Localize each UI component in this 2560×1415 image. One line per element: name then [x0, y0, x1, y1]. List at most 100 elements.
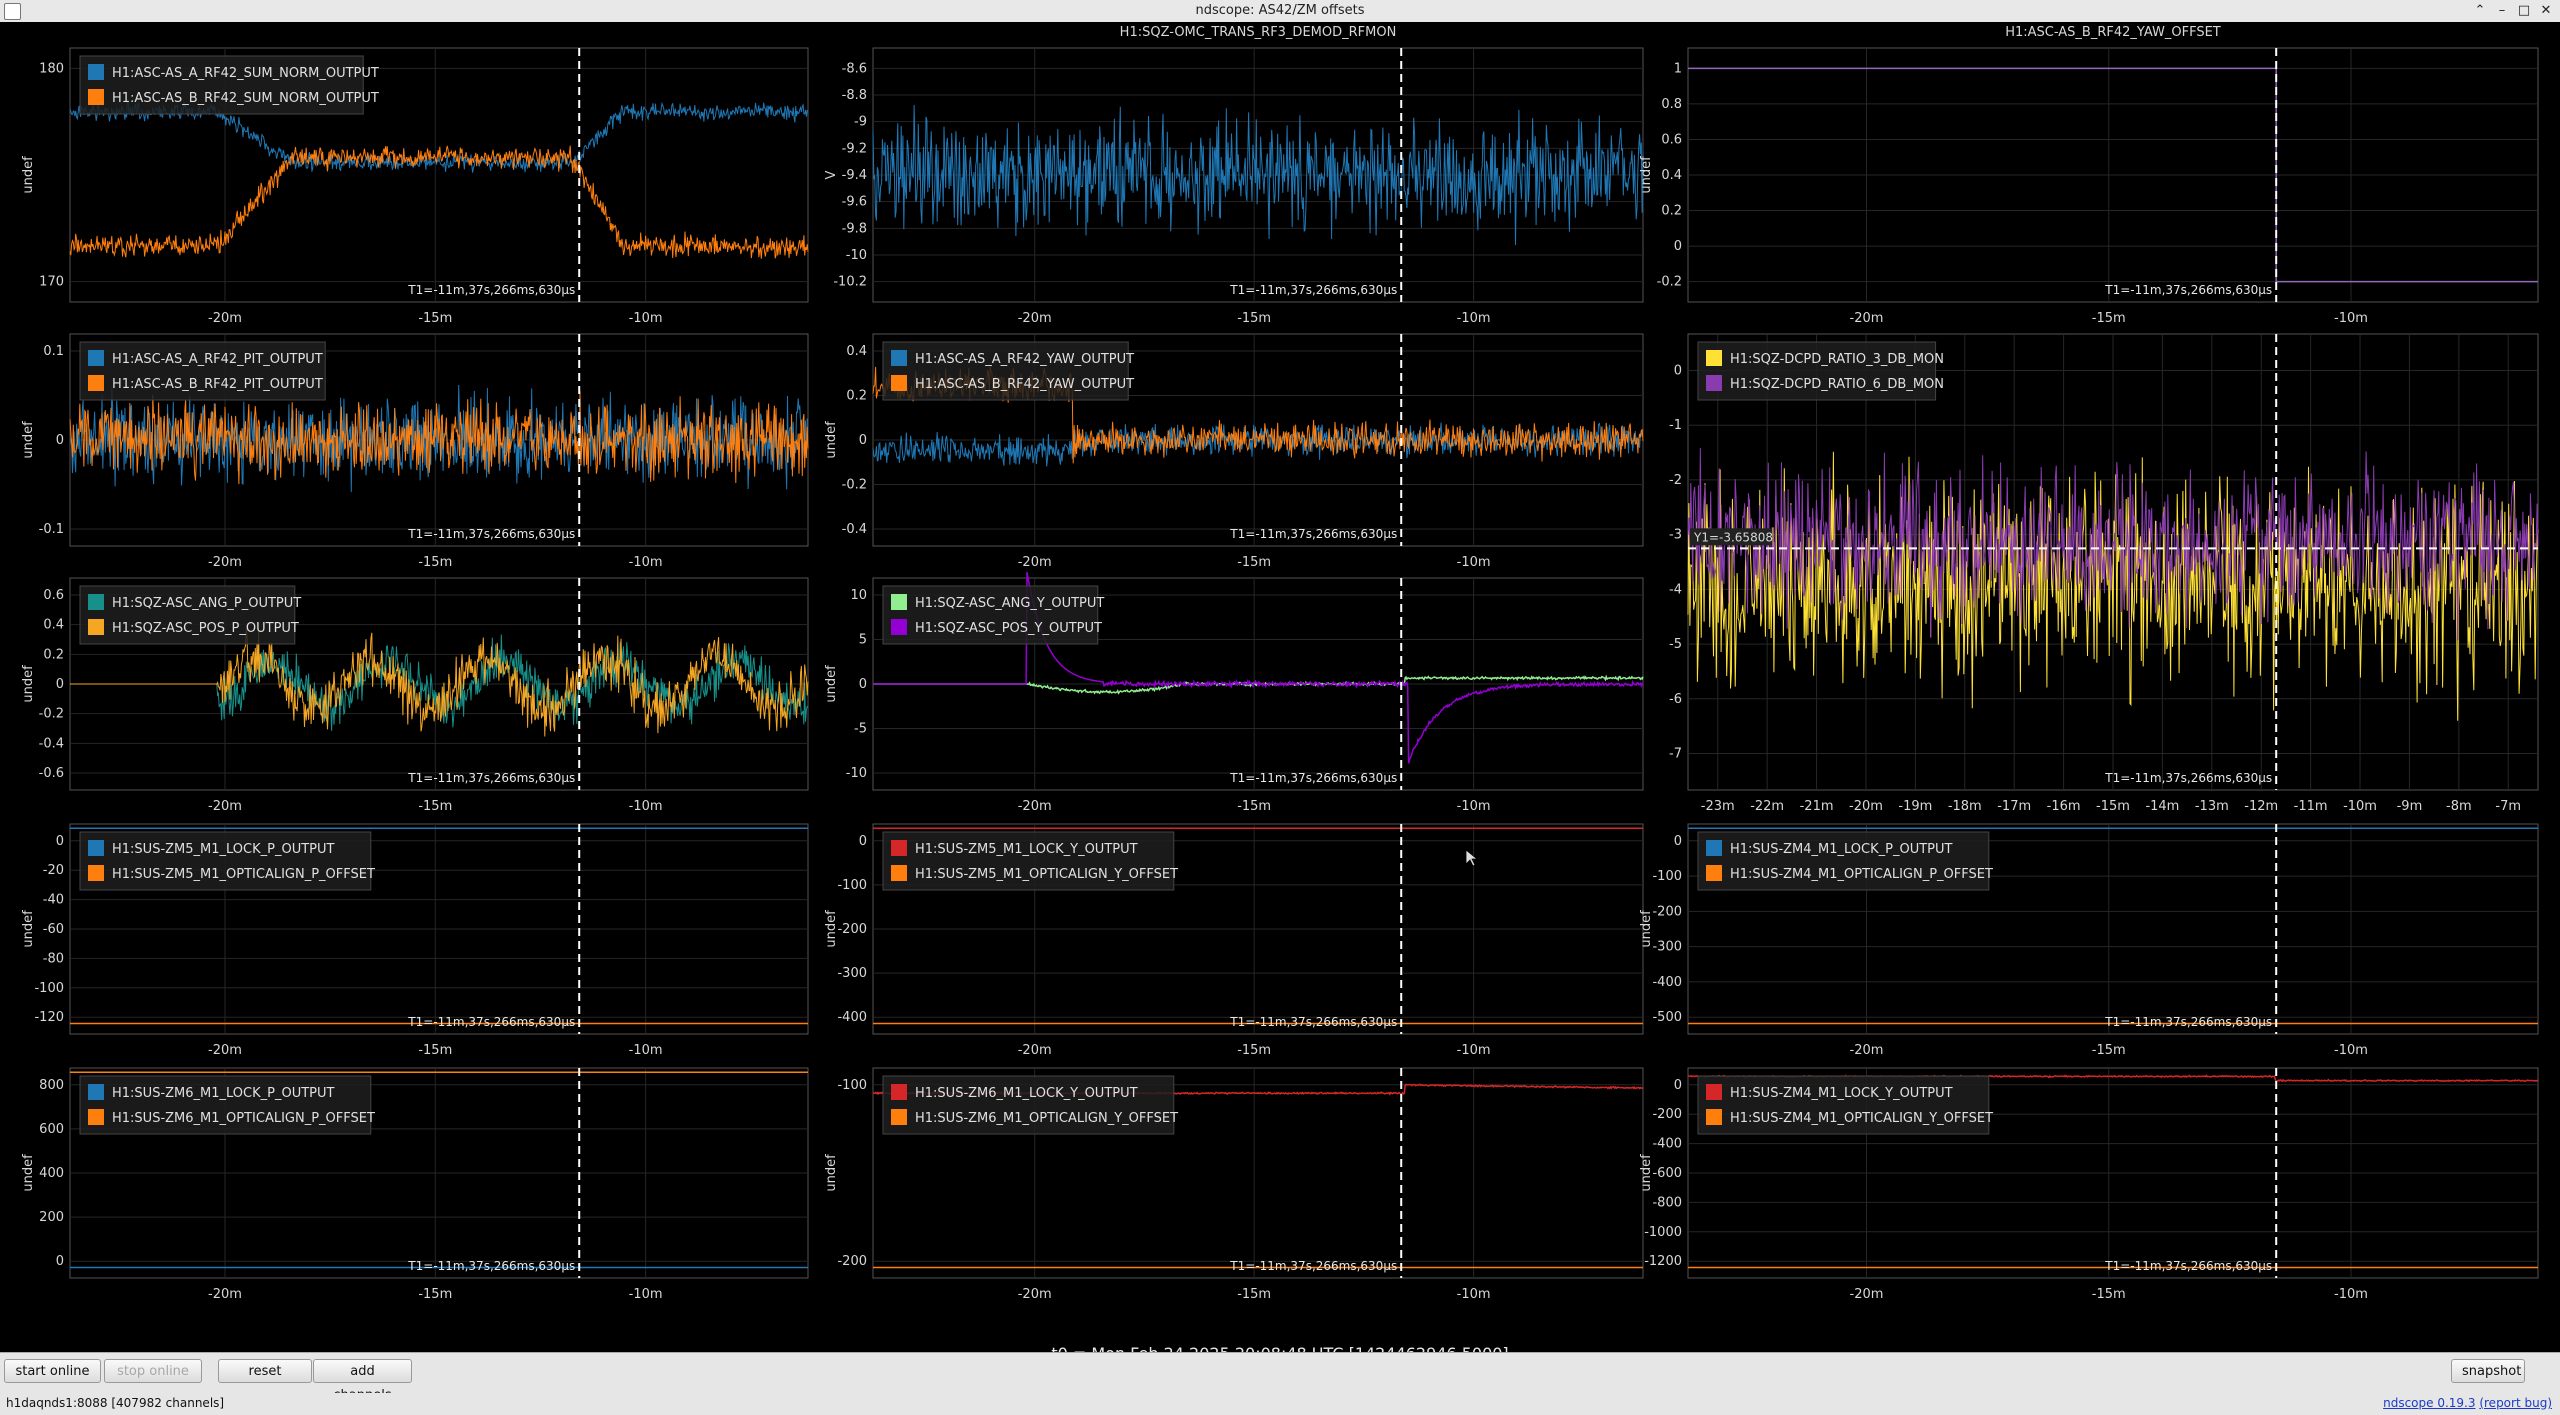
y-tick-label: 0 — [1674, 239, 1682, 254]
maximize-icon[interactable]: □ — [2514, 1, 2534, 21]
plot-2: -8.6 -8.8 -9 -9.2 -9.4 -9.6 -9.8 -10 -10.2 -20m -1… — [824, 25, 1644, 326]
y-axis-label: undef — [824, 910, 839, 948]
snapshot-button[interactable]: snapshot — [2451, 1359, 2525, 1383]
y-axis-label: undef — [824, 1154, 839, 1192]
y-tick-label: -1 — [1669, 418, 1682, 433]
legend: H1:SQZ-ASC_ANG_Y_OUTPUT H1:SQZ-ASC_POS_Y_… — [882, 585, 1104, 645]
legend-entry: H1:SUS-ZM4_M1_OPTICALIGN_P_OFFSET — [1730, 867, 1993, 882]
legend: H1:ASC-AS_A_RF42_YAW_OUTPUT H1:ASC-AS_B_R… — [882, 341, 1134, 401]
y-tick-label: 800 — [39, 1078, 64, 1093]
legend-swatch — [891, 840, 907, 856]
reset-button[interactable]: reset — [218, 1359, 312, 1383]
legend-entry: H1:SQZ-DCPD_RATIO_6_DB_MON — [1730, 377, 1944, 392]
legend-entry: H1:SUS-ZM5_M1_OPTICALIGN_Y_OFFSET — [915, 867, 1178, 882]
plot-area[interactable]: 180 170 -20m -15m -10m undef T1=-11m,37s,266ms… — [0, 22, 2560, 1363]
y-axis-label: undef — [824, 665, 839, 703]
y-tick-label: 0.4 — [43, 618, 64, 633]
x-tick-label: -9m — [2397, 799, 2423, 814]
x-tick-label: -16m — [2047, 799, 2081, 814]
y-tick-label: -200 — [837, 1254, 867, 1269]
y-tick-label: 0 — [56, 677, 64, 692]
t1-cursor-label: T1=-11m,37s,266ms,630µs — [1229, 1015, 1397, 1029]
version-link[interactable]: ndscope 0.19.3 — [2383, 1396, 2475, 1410]
y-tick-label: -2 — [1669, 473, 1682, 488]
y-tick-label: -400 — [837, 1010, 867, 1025]
x-tick-label: -10m — [629, 555, 663, 570]
y-tick-label: -0.2 — [842, 478, 867, 493]
plot-title: H1:ASC-AS_B_RF42_YAW_OFFSET — [2005, 25, 2221, 40]
y-tick-label: -300 — [837, 966, 867, 981]
legend-swatch — [891, 350, 907, 366]
legend-entry: H1:SUS-ZM6_M1_LOCK_P_OUTPUT — [112, 1086, 335, 1101]
legend-swatch — [1706, 865, 1722, 881]
x-tick-label: -13m — [2195, 799, 2229, 814]
x-tick-label: -10m — [2334, 1287, 2368, 1302]
t1-cursor-label: T1=-11m,37s,266ms,630µs — [407, 1015, 575, 1029]
t1-cursor-label: T1=-11m,37s,266ms,630µs — [407, 527, 575, 541]
legend-entry: H1:SUS-ZM6_M1_OPTICALIGN_Y_OFFSET — [915, 1111, 1178, 1126]
add-channels-button[interactable]: add channels — [313, 1359, 412, 1403]
legend-entry: H1:SUS-ZM5_M1_OPTICALIGN_P_OFFSET — [112, 867, 375, 882]
x-tick-label: -7m — [2495, 799, 2521, 814]
t1-cursor-label: T1=-11m,37s,266ms,630µs — [407, 283, 575, 297]
y-tick-label: -100 — [837, 1078, 867, 1093]
y-tick-label: 0 — [56, 1254, 64, 1269]
x-tick-label: -15m — [1237, 1043, 1271, 1058]
x-tick-label: -10m — [1457, 555, 1491, 570]
y-tick-label: -200 — [1652, 1107, 1682, 1122]
x-tick-label: -15m — [1237, 555, 1271, 570]
legend-entry: H1:SUS-ZM6_M1_LOCK_Y_OUTPUT — [915, 1086, 1138, 1101]
x-tick-label: -10m — [629, 799, 663, 814]
y-tick-label: -200 — [837, 922, 867, 937]
y-tick-label: 0 — [859, 433, 867, 448]
y-axis-label: undef — [824, 421, 839, 459]
legend-entry: H1:SUS-ZM6_M1_OPTICALIGN_P_OFFSET — [112, 1111, 375, 1126]
window-titlebar: ndscope: AS42/ZM offsets ⌃ – □ ✕ — [0, 0, 2560, 23]
y-tick-label: -9.4 — [842, 168, 867, 183]
stop-online-button[interactable]: stop online — [104, 1359, 202, 1383]
y-tick-label: -100 — [1652, 869, 1682, 884]
y-tick-label: -20 — [43, 863, 64, 878]
y-tick-label: -8.6 — [842, 61, 867, 76]
t1-cursor-label: T1=-11m,37s,266ms,630µs — [407, 771, 575, 785]
plot-5: 0.4 0.2 0 -0.2 -0.4 -20m -15m -10m undef T1=-11m,… — [824, 333, 1644, 570]
x-tick-label: -15m — [1237, 311, 1271, 326]
minimize-icon[interactable]: – — [2492, 1, 2512, 21]
y-tick-label: -9 — [854, 115, 867, 130]
y-tick-label: -5 — [1669, 637, 1682, 652]
report-bug-link[interactable]: (report bug) — [2479, 1396, 2552, 1410]
x-tick-label: -19m — [1898, 799, 1932, 814]
y-tick-label: 0.8 — [1661, 97, 1682, 112]
y-tick-label: 600 — [39, 1122, 64, 1137]
x-tick-label: -20m — [1849, 799, 1883, 814]
y-tick-label: -10.2 — [833, 275, 867, 290]
t1-cursor-label: T1=-11m,37s,266ms,630µs — [407, 1259, 575, 1273]
x-tick-label: -20m — [1018, 799, 1052, 814]
version-info: ndscope 0.19.3 (report bug) — [2383, 1396, 2552, 1410]
y-tick-label: -9.2 — [842, 141, 867, 156]
x-tick-label: -20m — [1850, 311, 1884, 326]
y-tick-label: -6 — [1669, 692, 1682, 707]
y-tick-label: 1 — [1674, 61, 1682, 76]
y-tick-label: 200 — [39, 1210, 64, 1225]
y-axis-label: undef — [1639, 910, 1654, 948]
start-online-button[interactable]: start online — [4, 1359, 101, 1383]
plot-title: H1:SQZ-OMC_TRANS_RF3_DEMOD_RFMON — [1120, 25, 1397, 40]
y-tick-label: -10 — [846, 248, 867, 263]
x-tick-label: -15m — [1237, 1287, 1271, 1302]
x-tick-label: -11m — [2294, 799, 2328, 814]
plot-grid[interactable]: 180 170 -20m -15m -10m undef T1=-11m,37s,266ms… — [0, 22, 2560, 1352]
legend-swatch — [88, 594, 104, 610]
x-tick-label: -15m — [418, 1287, 452, 1302]
x-tick-label: -10m — [2343, 799, 2377, 814]
close-icon[interactable]: ✕ — [2536, 1, 2556, 21]
t1-cursor-label: T1=-11m,37s,266ms,630µs — [2104, 1015, 2272, 1029]
legend-swatch — [1706, 840, 1722, 856]
shade-icon[interactable]: ⌃ — [2470, 1, 2490, 21]
t1-cursor-label: T1=-11m,37s,266ms,630µs — [1229, 1259, 1397, 1273]
window-title: ndscope: AS42/ZM offsets — [1195, 3, 1365, 18]
y-tick-label: 0.2 — [43, 647, 64, 662]
legend-swatch — [88, 1109, 104, 1125]
legend-swatch — [88, 840, 104, 856]
x-tick-label: -15m — [2092, 311, 2126, 326]
